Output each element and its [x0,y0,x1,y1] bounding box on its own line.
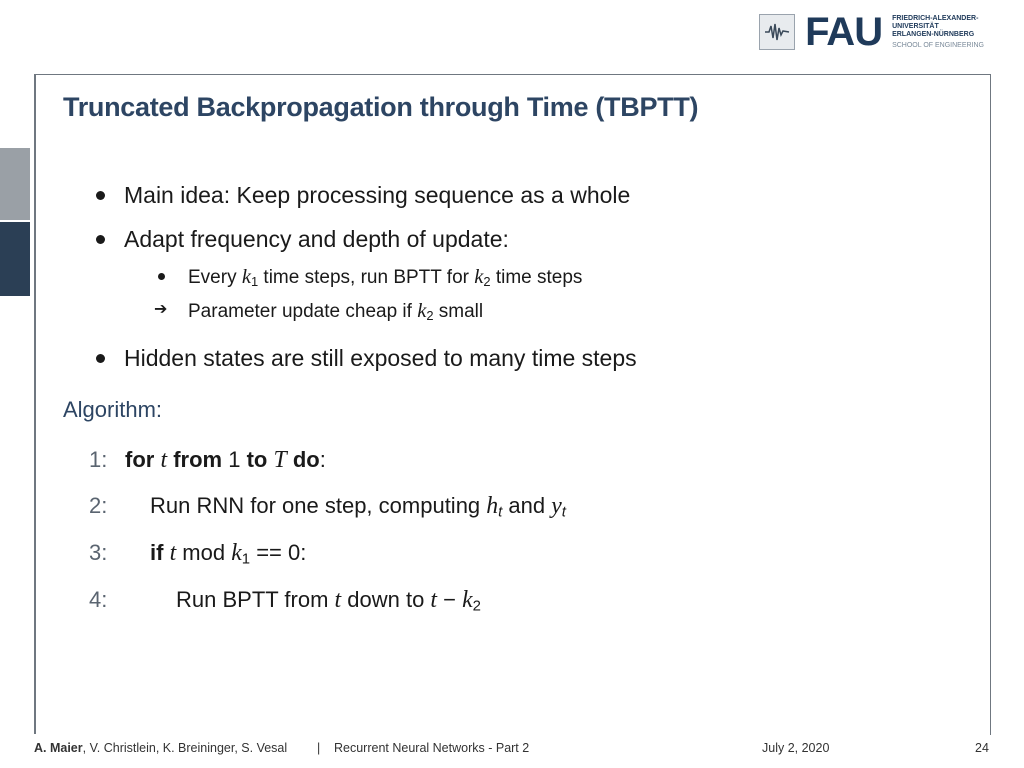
side-tab-grey [0,148,30,220]
header-logo: FAU FRIEDRICH-ALEXANDER- UNIVERSITÄT ERL… [759,12,984,52]
side-tab-dark [0,222,30,296]
waveform-icon [759,14,796,50]
bullet-dot-icon [96,354,105,363]
footer-page-number: 24 [975,741,989,755]
slide-title: Truncated Backpropagation through Time (… [63,92,699,122]
bullet-dot-icon [158,273,165,280]
bullet-dot-icon [96,235,105,244]
fau-wordmark: FAU [805,10,883,54]
slide-footer: A. Maier, V. Christlein, K. Breininger, … [0,739,1024,761]
arrow-right-icon: ➔ [154,301,168,318]
footer-separator: | [317,741,321,755]
slide-frame-left [34,74,36,734]
fau-subtitle: FRIEDRICH-ALEXANDER- UNIVERSITÄT ERLANGE… [892,14,984,49]
footer-authors: A. Maier, V. Christlein, K. Breininger, … [34,741,288,755]
slide-frame [34,74,991,735]
footer-course: Recurrent Neural Networks - Part 2 [334,741,530,755]
bullet-dot-icon [96,191,105,200]
algorithm-label: Algorithm: [63,397,163,422]
footer-date: July 2, 2020 [762,741,830,755]
